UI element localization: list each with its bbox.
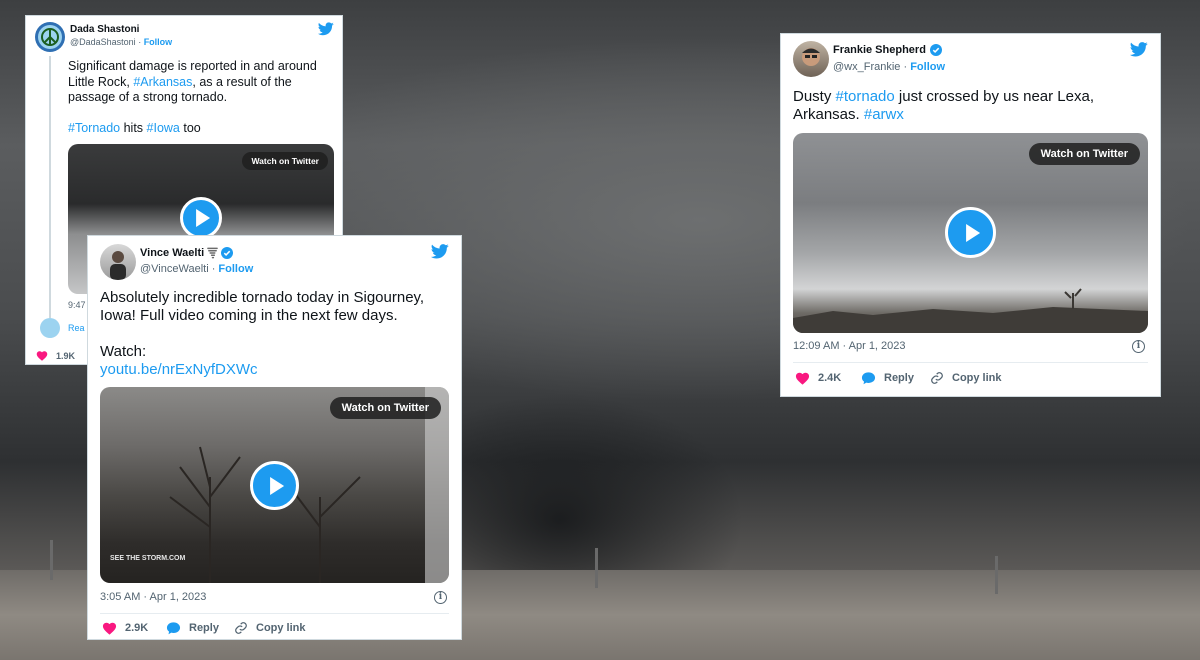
video-url-link[interactable]: youtu.be/nrExNyfDXWc bbox=[100, 361, 455, 379]
peace-icon bbox=[38, 25, 62, 49]
tweet-text-line: Absolutely incredible tornado today in S… bbox=[100, 289, 425, 306]
hashtag-link[interactable]: #arwx bbox=[864, 106, 904, 123]
reply-bubble-icon bbox=[861, 372, 876, 385]
avatar[interactable] bbox=[793, 41, 829, 77]
reply-button[interactable]: Reply bbox=[166, 621, 219, 635]
tweet-card-vince: Vince Waelti @VinceWaelti · Follow Absol… bbox=[87, 235, 462, 640]
watch-on-twitter-button[interactable]: Watch on Twitter bbox=[242, 152, 328, 170]
twitter-bird-icon[interactable] bbox=[431, 244, 449, 259]
text-span: just crossed by us near Lexa, bbox=[894, 88, 1095, 105]
tweet-text-line: passage of a strong tornado. bbox=[68, 90, 228, 104]
thread-line bbox=[49, 56, 51, 318]
watch-on-twitter-button[interactable]: Watch on Twitter bbox=[329, 397, 441, 419]
hashtag-link[interactable]: #Tornado bbox=[68, 121, 120, 135]
twitter-bird-icon[interactable] bbox=[1130, 42, 1148, 57]
twitter-bird-icon[interactable] bbox=[318, 22, 334, 36]
avatar[interactable] bbox=[40, 318, 60, 338]
utility-pole bbox=[50, 540, 53, 580]
reply-label: Reply bbox=[189, 622, 219, 634]
heart-icon bbox=[102, 622, 117, 635]
reply-bubble-icon bbox=[166, 622, 181, 635]
text-span: , as a result of the bbox=[192, 74, 292, 89]
tweet-text-line: Arkansas. #arwx bbox=[793, 106, 1153, 124]
play-button[interactable] bbox=[180, 197, 222, 239]
timestamp[interactable]: 3:05 AM · Apr 1, 2023 bbox=[100, 591, 206, 603]
follow-button[interactable]: Follow bbox=[910, 61, 945, 73]
tweet-text-line: Watch: bbox=[100, 343, 147, 360]
tweet-card-frankie: Frankie Shepherd @wx_Frankie · Follow Du… bbox=[780, 33, 1161, 397]
hashtag-link[interactable]: #Iowa bbox=[147, 121, 180, 135]
like-count: 1.9K bbox=[56, 350, 76, 361]
author-handle: @VinceWaelti · Follow bbox=[140, 263, 254, 275]
author-name[interactable]: Frankie Shepherd bbox=[833, 44, 942, 56]
verified-badge-icon bbox=[929, 44, 942, 56]
handle-text[interactable]: @VinceWaelti bbox=[140, 263, 209, 275]
tweet-text-line: Little Rock, #Arkansas, as a result of t… bbox=[68, 75, 338, 91]
video-thumbnail[interactable]: Watch on Twitter bbox=[793, 133, 1148, 333]
copy-link-button[interactable]: Copy link bbox=[930, 371, 1002, 385]
info-icon[interactable]: i bbox=[1132, 340, 1145, 353]
link-icon bbox=[931, 372, 943, 384]
name-text: Frankie Shepherd bbox=[833, 44, 926, 56]
copy-link-button[interactable]: Copy link bbox=[234, 621, 306, 635]
play-button[interactable] bbox=[250, 461, 299, 510]
tornado-emoji-icon bbox=[207, 247, 219, 259]
read-replies-link[interactable]: Rea bbox=[68, 323, 85, 333]
utility-pole bbox=[995, 556, 998, 594]
follow-button[interactable]: Follow bbox=[218, 263, 253, 275]
like-button[interactable]: 1.9K bbox=[36, 350, 75, 361]
timestamp[interactable]: 9:47 bbox=[68, 300, 86, 310]
person-photo-icon bbox=[110, 251, 126, 280]
author-handle: @DadaShastoni · Follow bbox=[70, 37, 173, 47]
like-count: 2.4K bbox=[818, 372, 842, 384]
author-name[interactable]: Vince Waelti bbox=[140, 247, 234, 259]
hashtag-link[interactable]: #tornado bbox=[836, 88, 895, 105]
tweet-text: Absolutely incredible tornado today in S… bbox=[100, 289, 455, 379]
text-span: hits bbox=[120, 120, 147, 135]
text-span: Arkansas. bbox=[793, 106, 864, 123]
like-count: 2.9K bbox=[125, 622, 149, 634]
text-span: Little Rock, bbox=[68, 74, 134, 89]
name-text: Vince Waelti bbox=[140, 247, 205, 259]
follow-button[interactable]: Follow bbox=[144, 37, 173, 47]
watermark-logo: SEE THE STORM.COM bbox=[110, 555, 186, 562]
tweet-text-line: Significant damage is reported in and ar… bbox=[68, 59, 317, 73]
handle-text[interactable]: @wx_Frankie bbox=[833, 61, 900, 73]
divider bbox=[100, 613, 449, 614]
heart-icon bbox=[36, 351, 48, 361]
copy-link-label: Copy link bbox=[952, 372, 1002, 384]
info-icon[interactable]: i bbox=[434, 591, 447, 604]
avatar[interactable] bbox=[100, 244, 136, 280]
tweet-text-line: Iowa! Full video coming in the next few … bbox=[100, 307, 398, 324]
reply-button[interactable]: Reply bbox=[861, 371, 914, 385]
author-handle: @wx_Frankie · Follow bbox=[833, 61, 946, 73]
play-button[interactable] bbox=[945, 207, 996, 258]
tweet-text: Significant damage is reported in and ar… bbox=[68, 59, 338, 136]
watch-on-twitter-button[interactable]: Watch on Twitter bbox=[1028, 143, 1140, 165]
heart-icon bbox=[795, 372, 810, 385]
verified-badge-icon bbox=[221, 247, 234, 259]
text-span: Dusty bbox=[793, 88, 836, 105]
like-button[interactable]: 2.9K bbox=[102, 621, 148, 635]
divider bbox=[793, 362, 1148, 363]
copy-link-label: Copy link bbox=[256, 622, 306, 634]
avatar[interactable] bbox=[35, 22, 65, 52]
tweet-text-line: #Tornado hits #Iowa too bbox=[68, 121, 338, 137]
handle-text[interactable]: @DadaShastoni bbox=[70, 37, 136, 47]
video-thumbnail[interactable]: Watch on Twitter SEE THE STORM.COM bbox=[100, 387, 449, 583]
like-button[interactable]: 2.4K bbox=[795, 371, 841, 385]
person-photo-icon bbox=[802, 48, 820, 66]
tweet-text-line: Dusty #tornado just crossed by us near L… bbox=[793, 88, 1153, 106]
text-span: too bbox=[179, 120, 201, 135]
timestamp[interactable]: 12:09 AM · Apr 1, 2023 bbox=[793, 340, 906, 352]
author-name[interactable]: Dada Shastoni bbox=[70, 24, 139, 35]
hashtag-link[interactable]: #Arkansas bbox=[133, 75, 192, 89]
tweet-text: Dusty #tornado just crossed by us near L… bbox=[793, 88, 1153, 124]
reply-label: Reply bbox=[884, 372, 914, 384]
link-icon bbox=[235, 622, 247, 634]
utility-pole bbox=[595, 548, 598, 588]
